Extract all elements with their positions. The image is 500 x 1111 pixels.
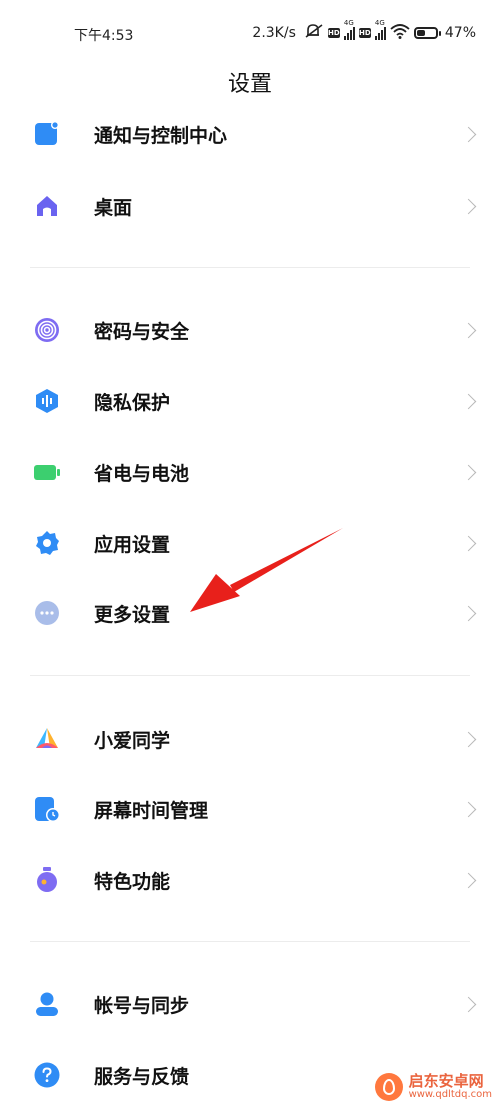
chevron-right-icon <box>460 731 477 747</box>
settings-item-account-sync[interactable]: 帐号与同步 <box>0 969 500 1039</box>
settings-item-label: 省电与电池 <box>94 462 190 485</box>
battery-status-icon <box>413 27 441 39</box>
chevron-right-icon <box>460 801 477 817</box>
settings-item-label: 密码与安全 <box>94 320 190 343</box>
chevron-right-icon <box>460 126 477 142</box>
settings-item-label: 特色功能 <box>94 870 171 893</box>
status-time: 下午4:53 <box>74 28 134 44</box>
settings-item-label: 更多设置 <box>94 603 171 626</box>
watermark: 启东安卓网 www.qdltdq.com <box>374 1071 492 1101</box>
privacy-icon <box>34 388 60 414</box>
chevron-right-icon <box>460 605 477 621</box>
chevron-right-icon <box>460 393 477 409</box>
battery-percent: 47% <box>444 25 476 41</box>
account-icon <box>34 991 60 1017</box>
watermark-url: www.qdltdq.com <box>408 1088 492 1100</box>
settings-item-xiaoai[interactable]: 小爱同学 <box>0 704 500 774</box>
fingerprint-icon <box>34 317 60 343</box>
settings-item-label: 隐私保护 <box>94 391 171 414</box>
chevron-right-icon <box>460 996 477 1012</box>
group-divider <box>30 941 470 942</box>
settings-item-desktop[interactable]: 桌面 <box>0 171 500 241</box>
notification-icon <box>34 121 60 147</box>
xiaoai-icon <box>34 726 60 752</box>
wifi-icon <box>390 23 410 43</box>
settings-item-password-security[interactable]: 密码与安全 <box>0 295 500 365</box>
network-type: 4G <box>343 19 354 27</box>
signal-icon: 4G <box>343 19 355 40</box>
chevron-right-icon <box>460 322 477 338</box>
settings-item-apps[interactable]: 应用设置 <box>0 508 500 578</box>
settings-item-features[interactable]: 特色功能 <box>0 845 500 915</box>
features-icon <box>34 867 60 893</box>
gear-icon <box>34 530 60 556</box>
settings-item-label: 应用设置 <box>94 533 171 556</box>
watermark-logo-icon <box>374 1073 403 1101</box>
settings-item-label: 通知与控制中心 <box>94 124 228 147</box>
signal-icon-2: 4G <box>374 19 386 40</box>
network-type-2: 4G <box>374 19 385 27</box>
settings-item-notifications[interactable]: 通知与控制中心 <box>0 99 500 169</box>
settings-item-label: 小爱同学 <box>94 729 171 752</box>
battery-icon <box>34 459 60 485</box>
settings-item-label: 屏幕时间管理 <box>94 799 209 822</box>
settings-item-privacy[interactable]: 隐私保护 <box>0 366 500 436</box>
settings-item-screen-time[interactable]: 屏幕时间管理 <box>0 774 500 844</box>
page-title: 设置 <box>227 72 272 97</box>
chevron-right-icon <box>460 535 477 551</box>
more-icon <box>34 600 60 626</box>
group-divider <box>30 267 470 268</box>
chevron-right-icon <box>460 464 477 480</box>
status-bar: 下午4:53 2.3K/s HD 4G HD 4G 47% <box>0 0 500 60</box>
settings-item-label: 帐号与同步 <box>94 994 190 1017</box>
help-icon <box>34 1062 60 1088</box>
chevron-right-icon <box>460 198 477 214</box>
status-icons: 2.3K/s HD 4G HD 4G 47% <box>252 19 476 44</box>
hd-voice-icon-2: HD <box>358 28 371 38</box>
chevron-right-icon <box>460 872 477 888</box>
settings-item-more[interactable]: 更多设置 <box>0 578 500 648</box>
watermark-name: 启东安卓网 <box>408 1071 484 1090</box>
settings-item-battery[interactable]: 省电与电池 <box>0 437 500 507</box>
hd-voice-icon: HD <box>327 28 340 38</box>
settings-item-label: 服务与反馈 <box>94 1065 190 1088</box>
group-divider <box>30 675 470 676</box>
screen-time-icon <box>34 796 60 822</box>
network-speed: 2.3K/s <box>252 25 296 41</box>
home-icon <box>34 193 60 219</box>
mute-icon <box>304 23 324 43</box>
settings-item-label: 桌面 <box>94 196 133 219</box>
